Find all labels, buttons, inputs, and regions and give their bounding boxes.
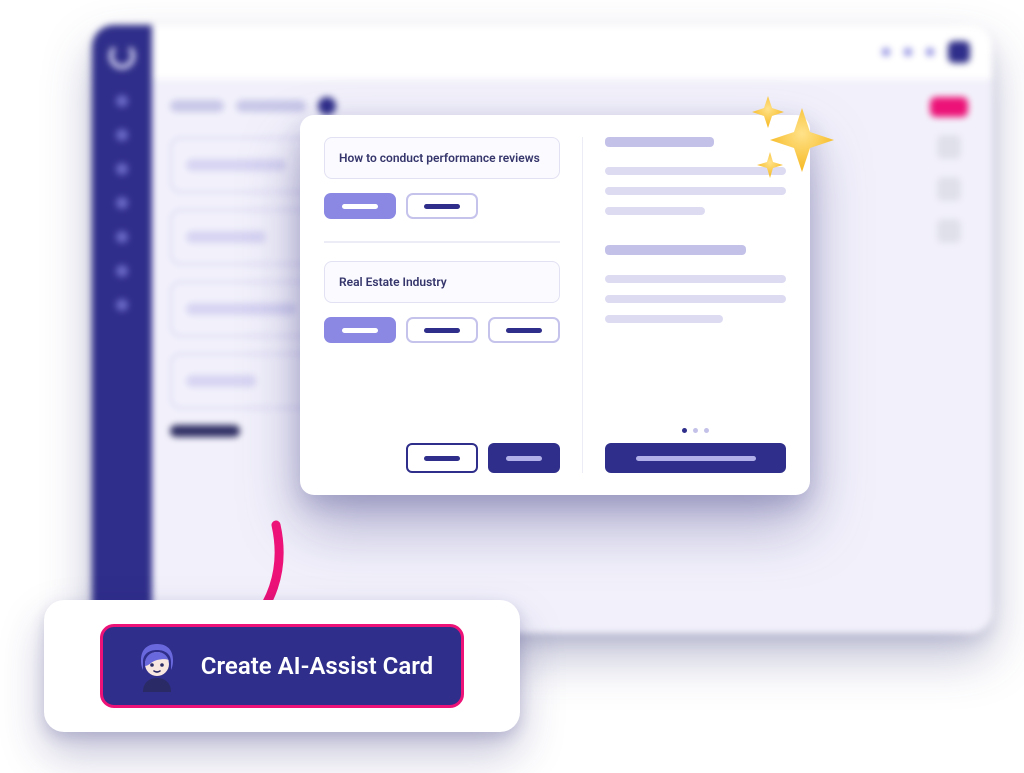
cta-card: Create AI-Assist Card xyxy=(44,600,520,732)
preview-line xyxy=(605,167,786,175)
preview-line xyxy=(605,275,786,283)
rail-item xyxy=(937,219,961,243)
primary-button[interactable] xyxy=(488,443,560,473)
chip-selected[interactable] xyxy=(324,193,396,219)
topic-input-value: How to conduct performance reviews xyxy=(339,151,540,165)
create-ai-assist-card-button[interactable]: Create AI-Assist Card xyxy=(100,624,464,708)
sidebar-nav-item xyxy=(116,299,128,311)
dot-active[interactable] xyxy=(682,428,687,433)
preview-primary-button[interactable] xyxy=(605,443,786,473)
chip-option[interactable] xyxy=(406,317,478,343)
sidebar-nav-item xyxy=(116,231,128,243)
sidebar-nav-item xyxy=(116,197,128,209)
industry-input-value: Real Estate Industry xyxy=(339,275,447,289)
ai-avatar-icon xyxy=(131,640,183,692)
sidebar-nav-item xyxy=(116,265,128,277)
sidebar-nav-item xyxy=(116,95,128,107)
dot[interactable] xyxy=(693,428,698,433)
chip-option[interactable] xyxy=(488,317,560,343)
chip-selected[interactable] xyxy=(324,317,396,343)
preview-heading xyxy=(605,137,714,147)
modal-right-column xyxy=(582,137,786,473)
topic-input[interactable]: How to conduct performance reviews xyxy=(324,137,560,179)
app-logo-icon xyxy=(105,39,139,73)
ai-assist-modal: How to conduct performance reviews Real … xyxy=(300,115,810,495)
divider xyxy=(324,241,560,243)
sidebar-nav-item xyxy=(116,129,128,141)
chip-option[interactable] xyxy=(406,193,478,219)
modal-left-column: How to conduct performance reviews Real … xyxy=(324,137,560,473)
preview-line xyxy=(605,295,786,303)
cta-label: Create AI-Assist Card xyxy=(201,652,433,680)
pagination-dots xyxy=(605,428,786,433)
preview-heading xyxy=(605,245,746,255)
status-badge xyxy=(930,97,968,117)
section-label xyxy=(170,425,240,437)
topbar-action-icon xyxy=(926,48,934,56)
rail-item xyxy=(937,177,961,201)
industry-input[interactable]: Real Estate Industry xyxy=(324,261,560,303)
secondary-button[interactable] xyxy=(406,443,478,473)
topbar-action-icon xyxy=(904,48,912,56)
user-avatar-icon xyxy=(948,41,970,63)
app-topbar xyxy=(152,25,992,79)
modal-footer-left xyxy=(324,443,560,473)
app-sidebar xyxy=(92,25,152,633)
industry-chip-row xyxy=(324,317,560,343)
rail-item xyxy=(937,135,961,159)
preview-line xyxy=(605,315,723,323)
sidebar-nav-item xyxy=(116,163,128,175)
topic-chip-row xyxy=(324,193,560,219)
topbar-action-icon xyxy=(882,48,890,56)
breadcrumb xyxy=(170,97,395,115)
dot[interactable] xyxy=(704,428,709,433)
right-rail xyxy=(924,97,974,243)
preview-line xyxy=(605,207,705,215)
preview-line xyxy=(605,187,786,195)
